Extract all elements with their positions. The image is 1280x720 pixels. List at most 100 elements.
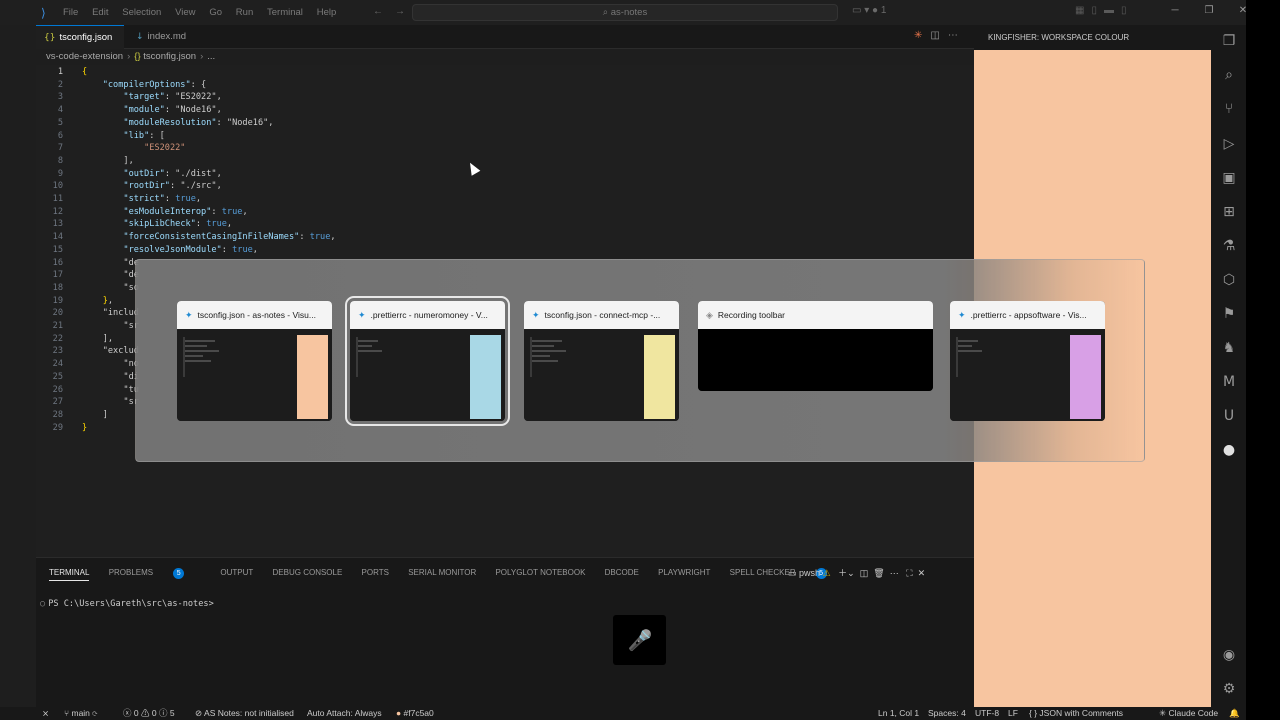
terminal-output[interactable]: ○ PS C:\Users\Gareth\src\as-notes> xyxy=(40,599,214,609)
minimize-icon[interactable]: ─ xyxy=(1158,5,1192,16)
search-icon[interactable]: ⌕ xyxy=(1221,67,1237,83)
vscode-icon: ✦ xyxy=(958,311,966,321)
activity-bar: ❐ ⌕ ⑂ ▷ ▣ ⊞ ⚗ ⬡ ⚑ ♞ M U ● ◉ ⚙ xyxy=(1211,25,1246,707)
new-terminal-icon[interactable]: ＋ xyxy=(838,568,847,578)
tab-polyglot-notebook[interactable]: POLYGLOT NOTEBOOK xyxy=(495,568,585,577)
tab-terminal[interactable]: TERMINAL xyxy=(49,568,90,581)
tab-ports[interactable]: PORTS xyxy=(362,568,389,577)
menu-run[interactable]: Run xyxy=(236,7,253,18)
chevron-down-icon[interactable]: ⌄ xyxy=(847,568,855,578)
forward-arrow-icon[interactable]: → xyxy=(395,6,405,17)
menu-edit[interactable]: Edit xyxy=(92,7,108,18)
chat-icon: ▭ xyxy=(852,5,862,16)
toggle-secondary-sidebar-icon[interactable]: ▯ xyxy=(1121,5,1134,16)
window-title: tsconfig.json - connect-mcp -... xyxy=(544,310,661,320)
encoding[interactable]: UTF-8 xyxy=(975,707,999,720)
tab-dbcode[interactable]: DBCODE xyxy=(605,568,639,577)
menu-view[interactable]: View xyxy=(175,7,195,18)
problems-status[interactable]: ⓧ 0 ⚠ 0 ⓘ 5 xyxy=(123,707,175,720)
window-title: tsconfig.json - as-notes - Visu... xyxy=(197,310,316,320)
tab-debug-console[interactable]: DEBUG CONSOLE xyxy=(273,568,343,577)
line-number: 6 xyxy=(57,130,63,141)
split-editor-icon[interactable]: ◫ xyxy=(930,30,947,41)
branch-status[interactable]: ⑂ main ⟳ xyxy=(64,707,97,720)
indentation[interactable]: Spaces: 4 xyxy=(928,707,966,720)
command-center-search[interactable]: ⌕ as-notes xyxy=(412,4,838,21)
split-terminal-icon[interactable]: ◫ xyxy=(860,568,869,578)
gear-icon[interactable]: ⚙ xyxy=(1221,681,1237,697)
panel-title: KINGFISHER: WORKSPACE COLOUR xyxy=(974,25,1211,50)
back-arrow-icon[interactable]: ← xyxy=(373,6,383,17)
containers-icon[interactable]: ⬡ xyxy=(1221,272,1237,288)
more-actions-icon[interactable]: ⋯ xyxy=(948,30,966,41)
tab-playwright[interactable]: PLAYWRIGHT xyxy=(658,568,710,577)
claude-icon[interactable]: ✳ xyxy=(914,30,930,41)
code-line: 10 "rootDir": "./src", xyxy=(36,180,936,193)
notifications-bell-icon[interactable]: 🔔 xyxy=(1229,707,1240,720)
code-text: "skipLibCheck": true, xyxy=(123,219,233,230)
tab-problems[interactable]: PROBLEMS 5 xyxy=(109,568,201,579)
maximize-panel-icon[interactable]: ⛶ xyxy=(906,568,912,578)
extensions-icon[interactable]: ⊞ xyxy=(1221,204,1237,220)
tab-tsconfig[interactable]: {} tsconfig.json xyxy=(36,25,124,49)
window-thumbnail xyxy=(524,329,679,421)
run-debug-icon[interactable]: ▷ xyxy=(1221,136,1237,152)
switcher-window[interactable]: ✦ tsconfig.json - as-notes - Visu... xyxy=(177,301,332,421)
menu-terminal[interactable]: Terminal xyxy=(267,7,303,18)
menu-file[interactable]: File xyxy=(63,7,78,18)
chat-indicator[interactable]: ▭ ▾ ● 1 xyxy=(852,5,886,16)
claude-code-status[interactable]: ✳ Claude Code xyxy=(1159,707,1218,720)
markdown-extension-icon[interactable]: M xyxy=(1221,374,1237,390)
testing-icon[interactable]: ⚗ xyxy=(1221,238,1237,254)
switcher-window[interactable]: ◈ Recording toolbar xyxy=(698,301,933,391)
breadcrumb-file[interactable]: tsconfig.json xyxy=(143,51,196,62)
menu-go[interactable]: Go xyxy=(209,7,222,18)
tab-index-md[interactable]: ↓ index.md xyxy=(128,25,218,49)
menu-selection[interactable]: Selection xyxy=(122,7,161,18)
branch-name: main xyxy=(71,708,90,718)
sync-icon: ⟳ xyxy=(92,708,98,718)
switcher-window-selected[interactable]: ✦ .prettierrc - numeromoney - V... xyxy=(345,296,510,426)
source-control-icon[interactable]: ⑂ xyxy=(1221,101,1237,117)
menu-help[interactable]: Help xyxy=(317,7,337,18)
workspace-colour-status[interactable]: ● #f7c5a0 xyxy=(396,707,434,720)
auto-attach-status[interactable]: Auto Attach: Always xyxy=(307,707,382,720)
toggle-sidebar-icon[interactable]: ▯ xyxy=(1091,5,1104,16)
window-title: .prettierrc - numeromoney - V... xyxy=(370,310,488,320)
cursor-position[interactable]: Ln 1, Col 1 xyxy=(878,707,919,720)
breadcrumb-symbol[interactable]: ... xyxy=(207,51,215,62)
workspace-colour-icon[interactable]: ● xyxy=(1221,442,1237,458)
language-mode[interactable]: { } JSON with Comments xyxy=(1029,707,1123,720)
close-panel-icon[interactable]: ✕ xyxy=(918,568,926,578)
remote-explorer-icon[interactable]: ▣ xyxy=(1221,170,1237,186)
restore-icon[interactable]: ❐ xyxy=(1192,5,1226,16)
bookmarks-icon[interactable]: ⚑ xyxy=(1221,306,1237,322)
code-text: "module": "Node16", xyxy=(123,105,222,116)
playwright-icon[interactable]: ♞ xyxy=(1221,340,1237,356)
shell-name[interactable]: pwsh xyxy=(799,568,820,578)
explorer-icon[interactable]: ❐ xyxy=(1221,33,1237,49)
code-text: "sr xyxy=(82,321,139,331)
title-bar: ⟩ File Edit Selection View Go Run Termin… xyxy=(0,0,1280,25)
switcher-window[interactable]: ✦ tsconfig.json - connect-mcp -... xyxy=(524,301,679,421)
more-actions-icon[interactable]: ⋯ xyxy=(890,568,899,578)
switcher-window[interactable]: ✦ .prettierrc - appsoftware - Vis... xyxy=(950,301,1105,421)
vscode-icon: ✦ xyxy=(358,311,366,321)
tab-output[interactable]: OUTPUT xyxy=(220,568,253,577)
code-text: "rootDir": "./src", xyxy=(123,181,222,192)
end-of-line[interactable]: LF xyxy=(1008,707,1018,720)
magnet-extension-icon[interactable]: U xyxy=(1221,408,1237,424)
chat-count: 1 xyxy=(880,5,887,16)
toggle-panel-icon[interactable]: ▬ xyxy=(1104,5,1121,16)
line-number: 9 xyxy=(57,168,63,179)
remote-indicator-icon[interactable]: ⨯ xyxy=(42,707,49,720)
layout-customize-icon[interactable]: ▦ xyxy=(1075,5,1091,16)
code-text: "outDir": "./dist", xyxy=(123,168,222,179)
recording-mic-button[interactable]: 🎤 xyxy=(613,615,666,665)
line-number: 13 xyxy=(52,219,63,230)
tab-serial-monitor[interactable]: SERIAL MONITOR xyxy=(408,568,476,577)
account-icon[interactable]: ◉ xyxy=(1221,647,1237,663)
breadcrumb-folder[interactable]: vs-code-extension xyxy=(46,51,123,62)
kill-terminal-icon[interactable]: 🗑 xyxy=(873,568,884,578)
as-notes-status[interactable]: ⊘ AS Notes: not initialised xyxy=(195,707,294,720)
